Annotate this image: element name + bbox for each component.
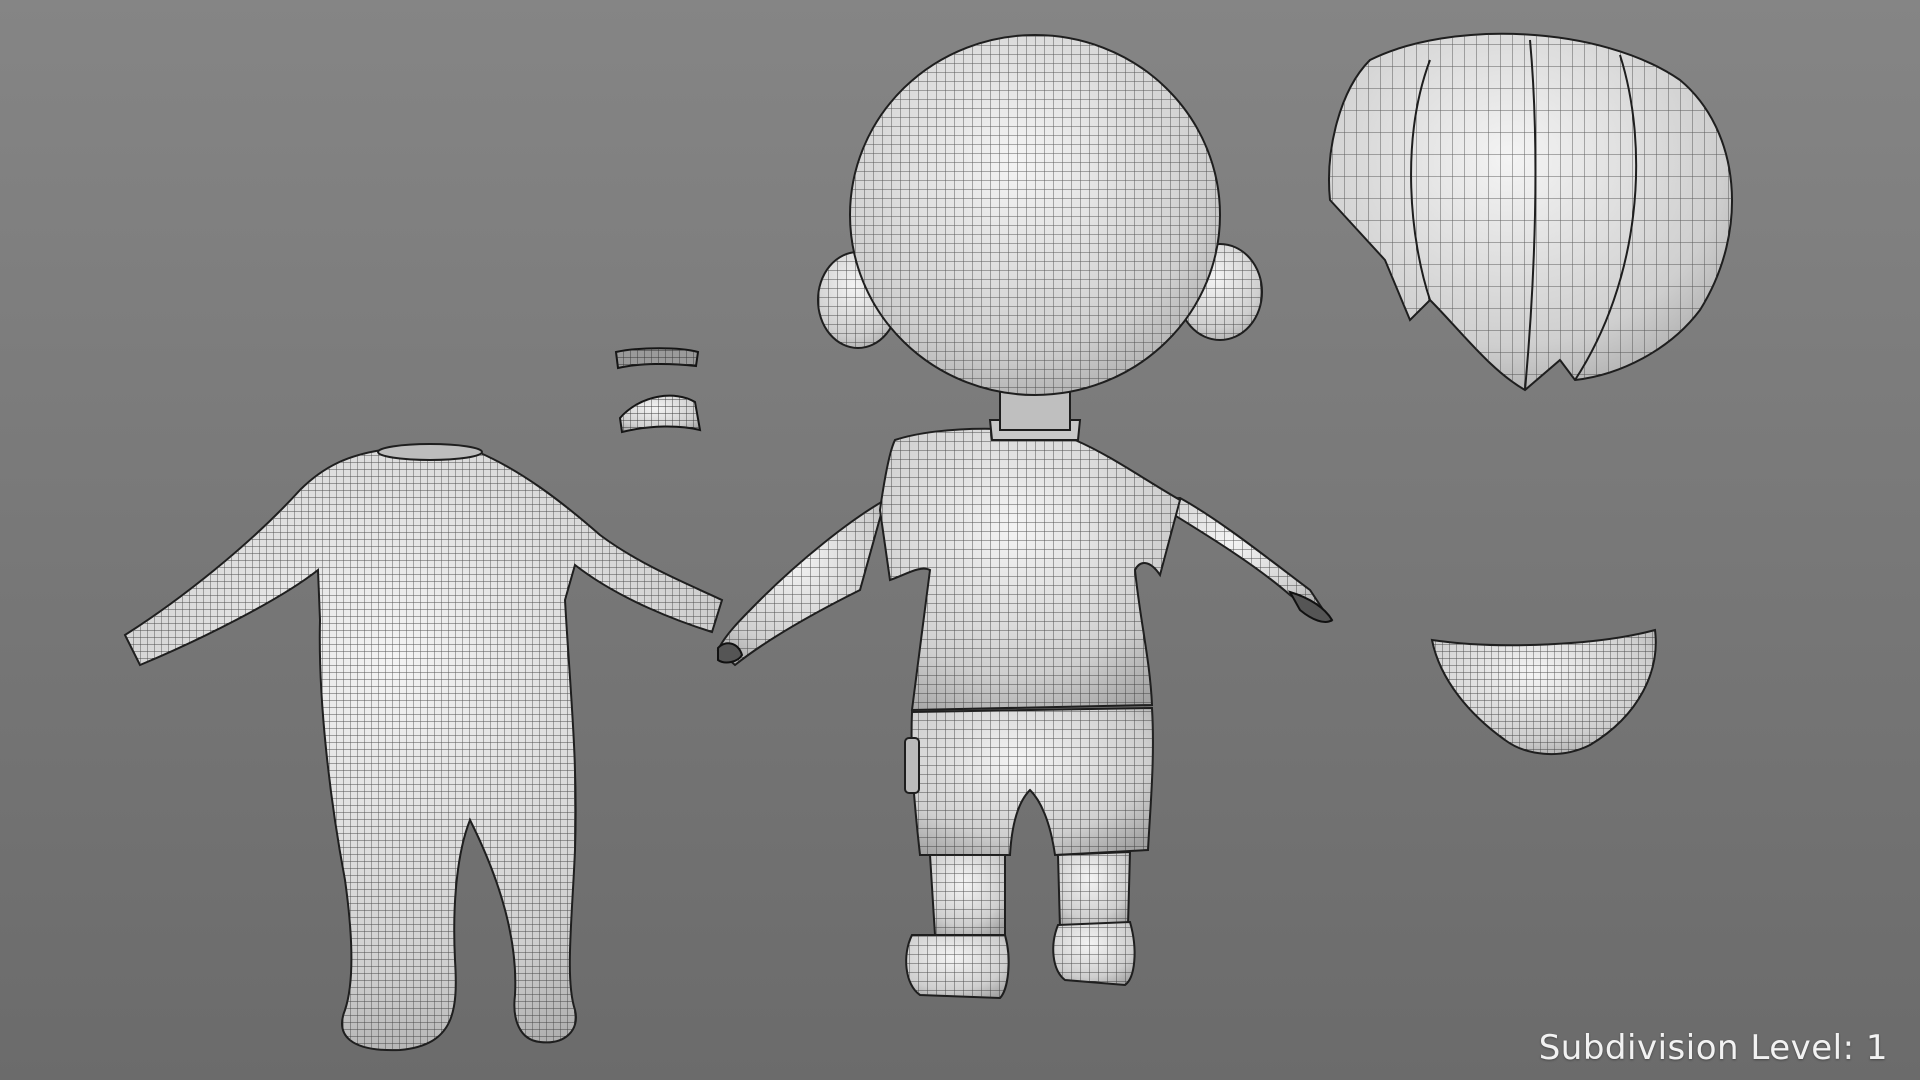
viewport-scene[interactable] [0, 0, 1920, 1080]
subdivision-level-label: Subdivision Level: 1 [1538, 1028, 1888, 1068]
viewport-3d[interactable]: Subdivision Level: 1 [0, 0, 1920, 1080]
